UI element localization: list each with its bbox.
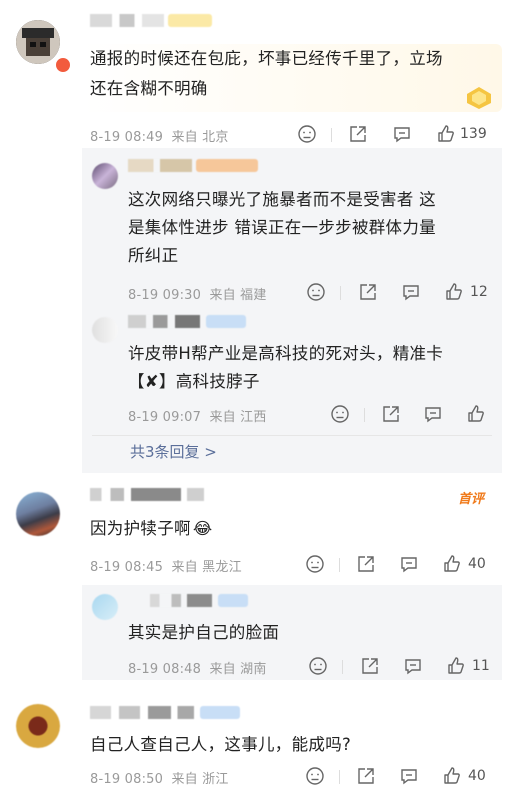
comment-icon[interactable] [403, 656, 423, 676]
avatar[interactable] [92, 594, 118, 620]
divider [340, 286, 341, 300]
reply-text-line: 是集体性进步 错误正在一步步被群体力量 [128, 218, 436, 237]
verified-badge-icon [54, 56, 72, 74]
avatar-image [16, 20, 60, 64]
avatar[interactable] [16, 492, 60, 536]
divider [339, 770, 340, 784]
laughing-emoji-icon: 😂 [192, 519, 213, 538]
share-icon[interactable] [358, 282, 378, 302]
reply-meta: 8-19 09:07 来自 江西 [128, 406, 267, 425]
user-level-badge [206, 315, 246, 328]
username[interactable] [90, 14, 164, 27]
dislike-icon[interactable] [305, 554, 325, 574]
like-icon[interactable] [436, 124, 456, 144]
divider [342, 660, 343, 674]
share-icon[interactable] [360, 656, 380, 676]
reply-time: 8-19 08:48 [128, 662, 202, 677]
avatar[interactable] [16, 20, 60, 64]
comment-text: 因为护犊子啊 😂 [90, 514, 490, 544]
share-icon[interactable] [356, 766, 376, 786]
reply-text: 其实是护自己的脸面 [128, 618, 498, 648]
like-count: 12 [470, 284, 488, 300]
share-icon[interactable] [381, 404, 401, 424]
comment-meta: 8-19 08:45 来自 黑龙江 [90, 556, 242, 575]
avatar[interactable] [92, 163, 118, 189]
reply-text-line: 【✘】高科技脖子 [128, 372, 260, 391]
comment-icon[interactable] [401, 282, 421, 302]
comment-icon[interactable] [399, 766, 419, 786]
like-icon[interactable] [444, 282, 464, 302]
comment-icon[interactable] [392, 124, 412, 144]
comment-text-line: 自己人查自己人，这事儿，能成吗? [90, 735, 352, 754]
comment-text-line: 因为护犊子啊 [90, 519, 191, 538]
more-replies-link[interactable]: 共3条回复 > [130, 441, 217, 462]
comment-time: 8-19 08:49 [90, 130, 164, 145]
divider [364, 408, 365, 422]
reply-text-line: 许皮带H帮产业是高科技的死对头，精准卡 [128, 344, 444, 363]
gem-icon [466, 86, 492, 110]
user-level-badge [196, 159, 258, 172]
like-icon[interactable] [442, 554, 462, 574]
divider [331, 128, 332, 142]
comment-text-line: 还在含糊不明确 [90, 79, 208, 98]
reply-text-line: 所纠正 [128, 246, 179, 265]
share-icon[interactable] [356, 554, 376, 574]
comment-icon[interactable] [423, 404, 443, 424]
dislike-icon[interactable] [308, 656, 328, 676]
like-icon[interactable] [446, 656, 466, 676]
comment-location: 来自 北京 [171, 130, 229, 145]
reply-text-line: 其实是护自己的脸面 [128, 623, 280, 642]
username[interactable] [90, 488, 204, 501]
dislike-icon[interactable] [297, 124, 317, 144]
comment-meta: 8-19 08:49 来自 北京 [90, 126, 229, 145]
avatar[interactable] [16, 704, 60, 748]
reply-text: 许皮带H帮产业是高科技的死对头，精准卡 【✘】高科技脖子 [128, 340, 498, 396]
dislike-icon[interactable] [305, 766, 325, 786]
like-count: 40 [468, 556, 486, 572]
like-icon[interactable] [442, 766, 462, 786]
user-level-badge [200, 706, 240, 719]
like-count: 11 [472, 658, 490, 674]
username[interactable] [150, 594, 212, 607]
reply-location: 来自 福建 [209, 288, 267, 303]
like-count: 40 [468, 768, 486, 784]
username[interactable] [128, 159, 192, 172]
comment-location: 来自 浙江 [171, 772, 229, 787]
divider [339, 558, 340, 572]
reply-time: 8-19 09:30 [128, 288, 202, 303]
comment-time: 8-19 08:45 [90, 560, 164, 575]
comment-location: 来自 黑龙江 [171, 560, 242, 575]
reply-location: 来自 江西 [209, 410, 267, 425]
reply-meta: 8-19 08:48 来自 湖南 [128, 658, 267, 677]
comment-icon[interactable] [399, 554, 419, 574]
username[interactable] [128, 315, 200, 328]
replies-divider [92, 435, 492, 436]
dislike-icon[interactable] [330, 404, 350, 424]
comment-meta: 8-19 08:50 来自 浙江 [90, 768, 229, 787]
username[interactable] [90, 706, 194, 719]
comment-text-line: 通报的时候还在包庇，坏事已经传千里了，立场 [90, 49, 443, 68]
user-level-badge [218, 594, 248, 607]
reply-location: 来自 湖南 [209, 662, 267, 677]
first-comment-badge: 首评 [458, 492, 485, 507]
share-icon[interactable] [348, 124, 368, 144]
avatar[interactable] [92, 317, 118, 343]
reply-text: 这次网络只曝光了施暴者而不是受害者 这 是集体性进步 错误正在一步步被群体力量 … [128, 186, 498, 270]
reply-text-line: 这次网络只曝光了施暴者而不是受害者 这 [128, 190, 436, 209]
comment-text: 通报的时候还在包庇，坏事已经传千里了，立场 还在含糊不明确 [90, 44, 500, 104]
like-count: 139 [460, 126, 487, 142]
reply-meta: 8-19 09:30 来自 福建 [128, 284, 267, 303]
user-level-badge [168, 14, 212, 27]
comment-text: 自己人查自己人，这事儿，能成吗? [90, 730, 500, 760]
like-icon[interactable] [466, 404, 486, 424]
dislike-icon[interactable] [306, 282, 326, 302]
reply-time: 8-19 09:07 [128, 410, 202, 425]
comment-time: 8-19 08:50 [90, 772, 164, 787]
